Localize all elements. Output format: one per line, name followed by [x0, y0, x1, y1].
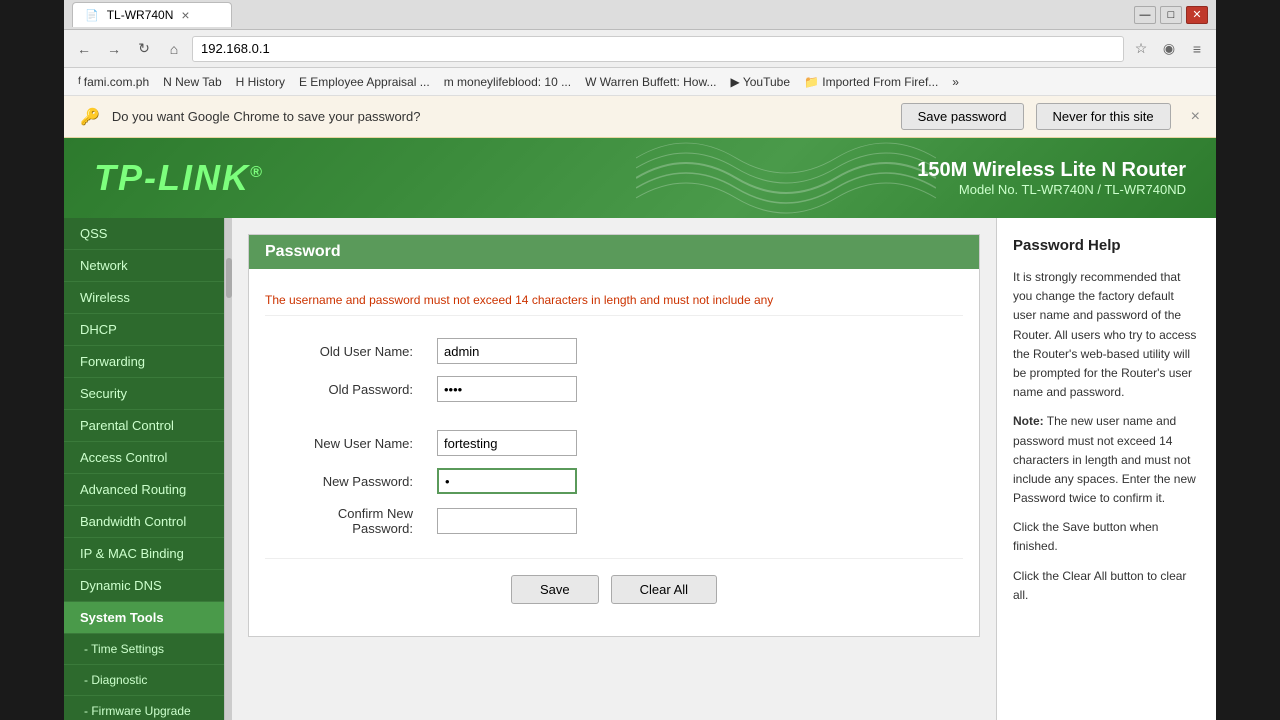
bookmark-label-employee: E Employee Appraisal ... — [299, 75, 430, 89]
new-password-label: New Password: — [265, 462, 425, 500]
home-button[interactable]: ⌂ — [162, 37, 186, 61]
password-save-bar: 🔑 Do you want Google Chrome to save your… — [64, 96, 1216, 138]
confirm-password-input[interactable] — [437, 508, 577, 534]
browser-tab[interactable]: 📄 TL-WR740N × — [72, 2, 232, 27]
sidebar: QSS Network Wireless DHCP Forwarding Sec… — [64, 218, 224, 720]
model-number: Model No. TL-WR740N / TL-WR740ND — [917, 182, 1186, 197]
tplink-model-info: 150M Wireless Lite N Router Model No. TL… — [917, 159, 1186, 197]
bookmark-label-imported: 📁 Imported From Firef... — [804, 75, 938, 89]
bookmark-label-fami: fami.com.ph — [84, 75, 149, 89]
help-clear-instruction: Click the Clear All button to clear all. — [1013, 567, 1200, 605]
sidebar-item-advanced-routing[interactable]: Advanced Routing — [64, 474, 224, 506]
confirm-password-label: Confirm New Password: — [265, 500, 425, 542]
maximize-button[interactable]: □ — [1160, 6, 1182, 24]
save-button[interactable]: Save — [511, 575, 599, 604]
model-name: 150M Wireless Lite N Router — [917, 159, 1186, 182]
new-username-input[interactable] — [437, 430, 577, 456]
tab-title: TL-WR740N — [107, 8, 174, 22]
address-bar[interactable] — [192, 36, 1124, 62]
bookmark-fami[interactable]: f fami.com.ph — [72, 73, 155, 91]
help-note: Note: The new user name and password mus… — [1013, 412, 1200, 508]
sidebar-item-access-control[interactable]: Access Control — [64, 442, 224, 474]
help-save-instruction: Click the Save button when finished. — [1013, 518, 1200, 556]
sidebar-scrollbar[interactable] — [224, 218, 232, 720]
tab-close-icon[interactable]: × — [181, 7, 189, 23]
sidebar-item-firmware[interactable]: - Firmware Upgrade — [64, 696, 224, 720]
help-panel: Password Help It is strongly recommended… — [996, 218, 1216, 720]
sidebar-item-dynamic-dns[interactable]: Dynamic DNS — [64, 570, 224, 602]
tplink-logo: TP-LINK® — [94, 157, 264, 199]
refresh-button[interactable]: ↻ — [132, 37, 156, 61]
bookmark-label-money: m moneylifeblood: 10 ... — [444, 75, 571, 89]
main-content: Password The username and password must … — [232, 218, 996, 720]
sidebar-item-wireless[interactable]: Wireless — [64, 282, 224, 314]
bookmark-youtube[interactable]: ▶ YouTube — [724, 73, 796, 91]
clear-all-button[interactable]: Clear All — [611, 575, 717, 604]
sidebar-item-security[interactable]: Security — [64, 378, 224, 410]
close-password-bar-button[interactable]: × — [1191, 108, 1200, 126]
header-wave-decoration — [636, 138, 936, 218]
sidebar-item-qss[interactable]: QSS — [64, 218, 224, 250]
bookmark-newtab[interactable]: N New Tab — [157, 73, 227, 91]
sidebar-item-diagnostic[interactable]: - Diagnostic — [64, 665, 224, 696]
back-button[interactable]: ← — [72, 37, 96, 61]
save-password-button[interactable]: Save password — [901, 103, 1024, 130]
help-title: Password Help — [1013, 234, 1200, 258]
bookmark-label-newtab: N New Tab — [163, 75, 221, 89]
sidebar-item-time-settings[interactable]: - Time Settings — [64, 634, 224, 665]
password-section: Password The username and password must … — [248, 234, 980, 637]
sidebar-item-dhcp[interactable]: DHCP — [64, 314, 224, 346]
bookmark-favicon-fami: f — [78, 76, 81, 87]
bookmarks-bar: f fami.com.ph N New Tab H History E Empl… — [64, 68, 1216, 96]
bookmark-imported[interactable]: 📁 Imported From Firef... — [798, 73, 944, 91]
bookmark-label-youtube: ▶ YouTube — [730, 75, 790, 89]
password-form-table: Old User Name: Old Password: — [265, 332, 963, 542]
section-header: Password — [249, 235, 979, 269]
bookmark-more[interactable]: » — [946, 73, 965, 91]
extensions-icon[interactable]: ◉ — [1158, 38, 1180, 60]
note-label: Note: — [1013, 414, 1044, 428]
warning-text: The username and password must not excee… — [265, 285, 963, 316]
new-password-input[interactable] — [437, 468, 577, 494]
bookmark-employee[interactable]: E Employee Appraisal ... — [293, 73, 436, 91]
never-for-site-button[interactable]: Never for this site — [1036, 103, 1171, 130]
old-username-input[interactable] — [437, 338, 577, 364]
password-save-icon: 🔑 — [80, 107, 100, 127]
bookmark-label-history: H History — [236, 75, 285, 89]
sidebar-item-bandwidth[interactable]: Bandwidth Control — [64, 506, 224, 538]
help-paragraph1: It is strongly recommended that you chan… — [1013, 268, 1200, 402]
sidebar-item-ip-mac[interactable]: IP & MAC Binding — [64, 538, 224, 570]
menu-icon[interactable]: ≡ — [1186, 38, 1208, 60]
old-username-label: Old User Name: — [265, 332, 425, 370]
old-password-input[interactable] — [437, 376, 577, 402]
bookmark-history[interactable]: H History — [230, 73, 291, 91]
bookmark-warren[interactable]: W Warren Buffett: How... — [579, 73, 722, 91]
tplink-header: TP-LINK® 150M Wireless Lite N Router Mod… — [64, 138, 1216, 218]
password-save-text: Do you want Google Chrome to save your p… — [112, 109, 889, 124]
new-username-label: New User Name: — [265, 424, 425, 462]
bookmark-label-warren: W Warren Buffett: How... — [585, 75, 716, 89]
sidebar-item-system-tools[interactable]: System Tools — [64, 602, 224, 634]
sidebar-item-parental[interactable]: Parental Control — [64, 410, 224, 442]
sidebar-item-network[interactable]: Network — [64, 250, 224, 282]
action-buttons: Save Clear All — [265, 558, 963, 620]
close-button[interactable]: ✕ — [1186, 6, 1208, 24]
minimize-button[interactable]: — — [1134, 6, 1156, 24]
sidebar-item-forwarding[interactable]: Forwarding — [64, 346, 224, 378]
old-password-label: Old Password: — [265, 370, 425, 408]
star-icon[interactable]: ☆ — [1130, 38, 1152, 60]
bookmark-money[interactable]: m moneylifeblood: 10 ... — [438, 73, 577, 91]
tab-icon: 📄 — [85, 9, 99, 22]
forward-button[interactable]: → — [102, 37, 126, 61]
